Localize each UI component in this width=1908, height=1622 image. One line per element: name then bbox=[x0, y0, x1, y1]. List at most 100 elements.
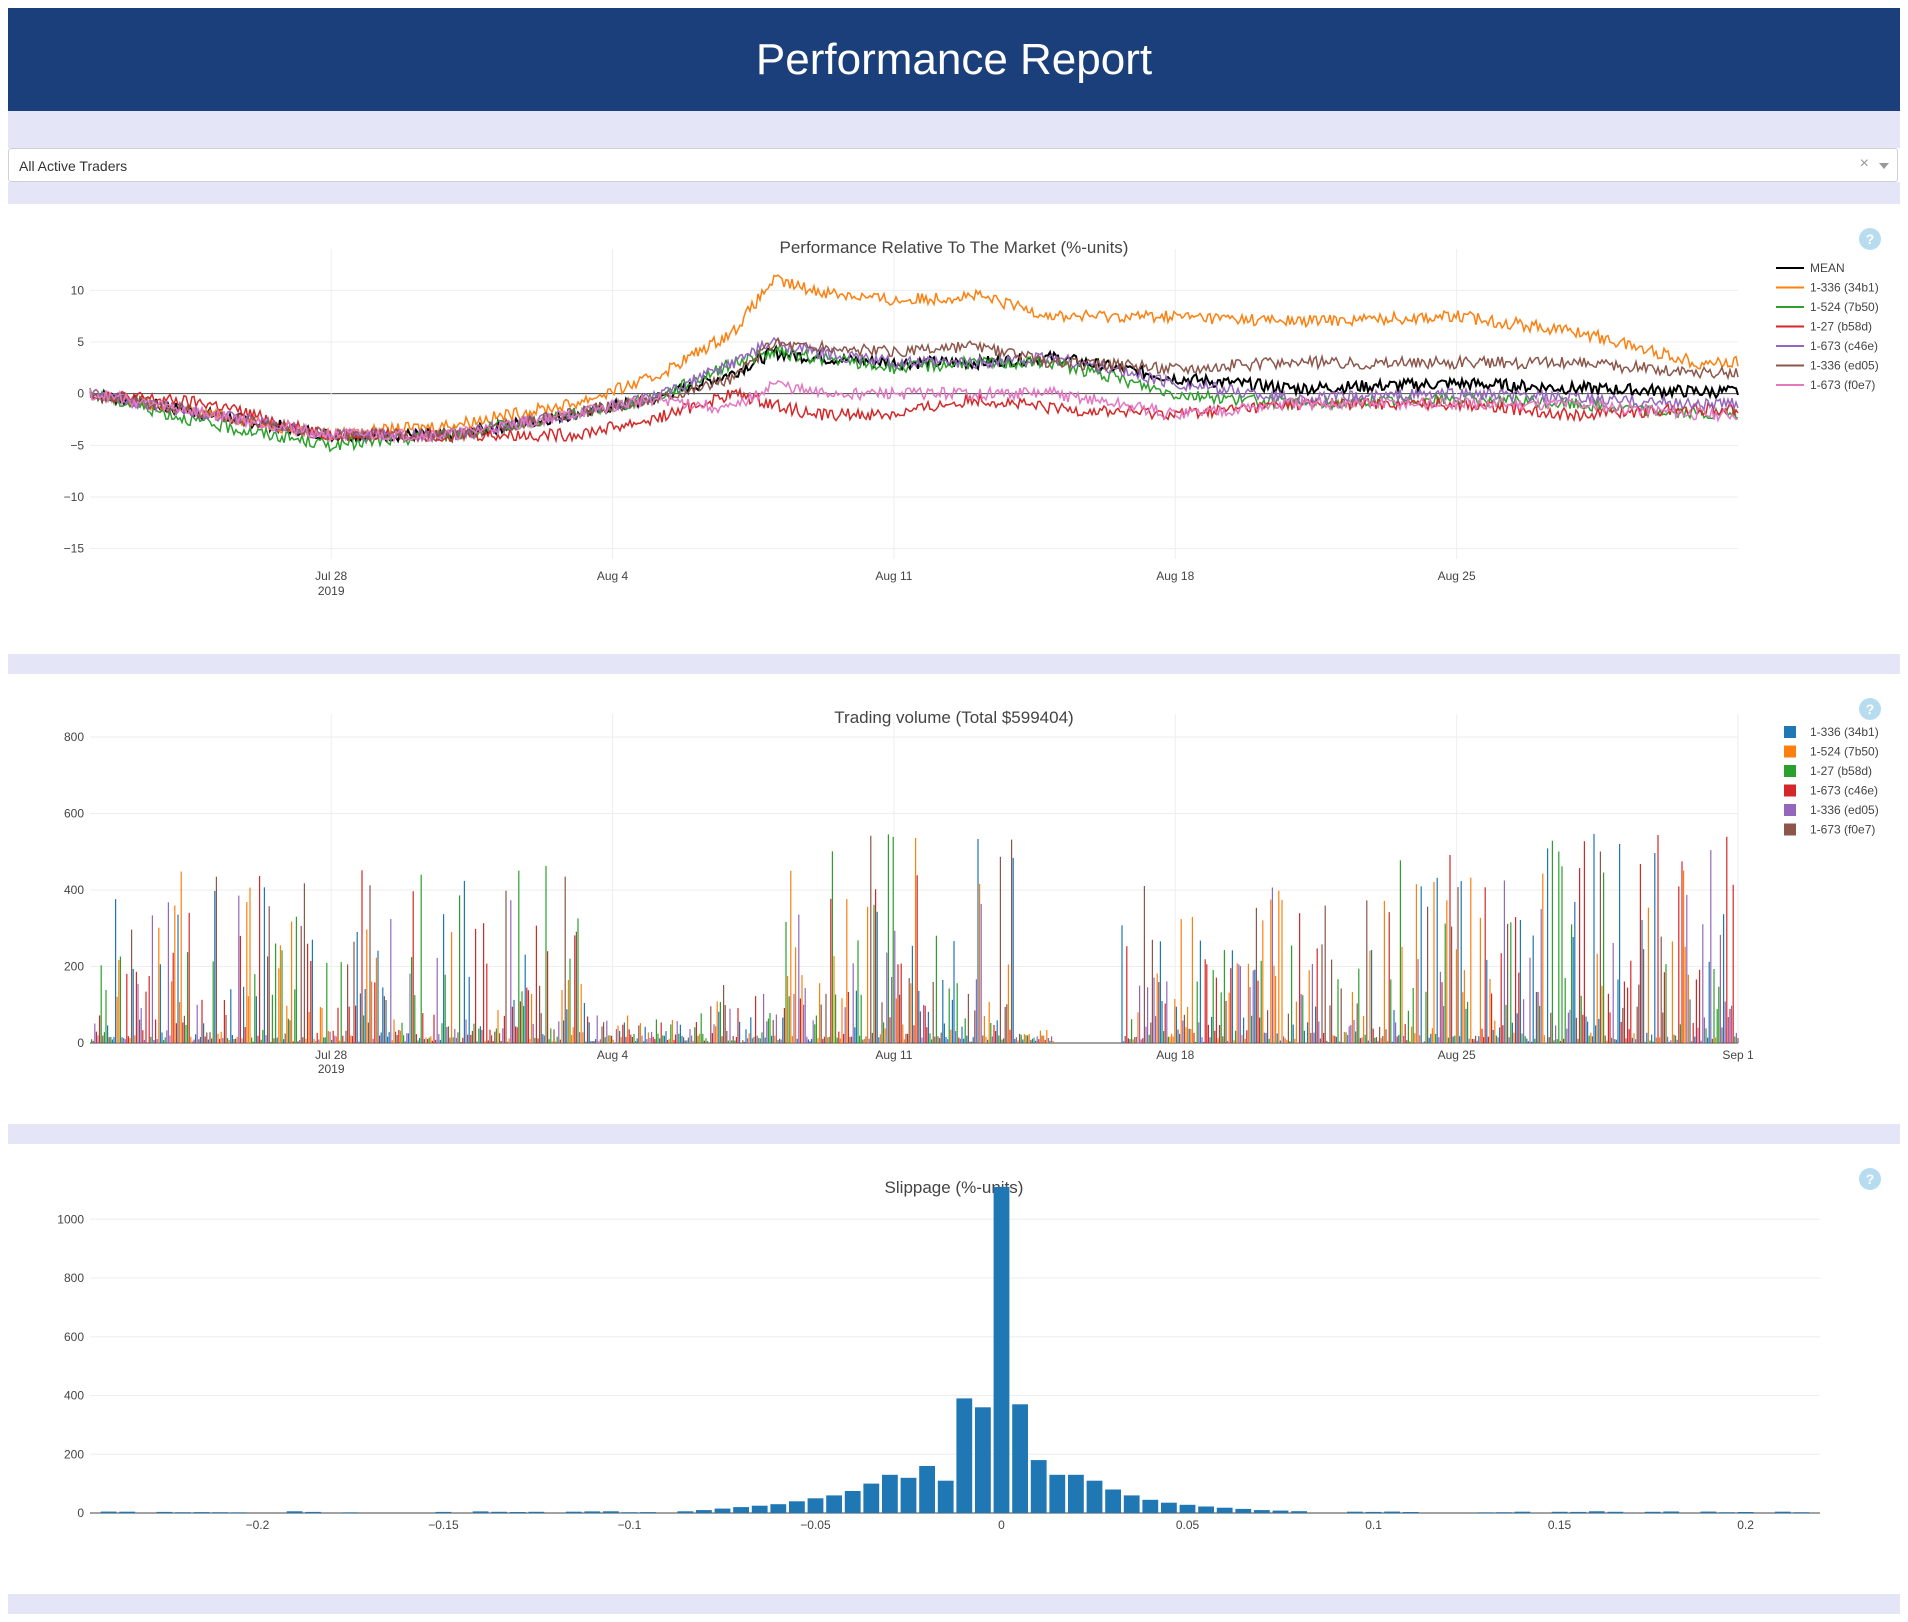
volume-bar bbox=[865, 1036, 867, 1043]
volume-bar bbox=[815, 1015, 817, 1043]
volume-bar bbox=[1385, 1029, 1387, 1043]
histogram-bar bbox=[1402, 1512, 1419, 1513]
volume-bar bbox=[913, 1025, 915, 1043]
volume-bar bbox=[763, 993, 765, 1043]
volume-bar bbox=[707, 1041, 709, 1043]
volume-bar bbox=[902, 1024, 904, 1043]
volume-bar bbox=[1195, 1041, 1197, 1043]
volume-bar bbox=[958, 1037, 960, 1043]
volume-bar bbox=[174, 905, 176, 1043]
volume-bar bbox=[1628, 1029, 1630, 1043]
volume-bar bbox=[905, 1033, 907, 1043]
volume-bar bbox=[867, 906, 869, 1043]
volume-bar bbox=[950, 1029, 952, 1043]
volume-bar bbox=[137, 984, 139, 1043]
volume-bar bbox=[942, 979, 944, 1043]
volume-bar bbox=[1548, 1037, 1550, 1043]
volume-bar bbox=[1431, 1028, 1433, 1043]
trader-select[interactable]: All Active Traders × bbox=[8, 148, 1898, 182]
volume-bar bbox=[1257, 980, 1259, 1043]
volume-bar bbox=[894, 930, 896, 1043]
volume-bar bbox=[315, 1041, 317, 1043]
volume-bar bbox=[1662, 1012, 1664, 1043]
volume-bar bbox=[1287, 1013, 1289, 1043]
histogram-bar bbox=[1049, 1474, 1066, 1513]
volume-bar bbox=[1359, 1038, 1361, 1043]
volume-bar bbox=[771, 1035, 773, 1043]
series-line-1 bbox=[89, 274, 1739, 442]
volume-bar bbox=[1590, 1032, 1592, 1043]
y-tick-label: −5 bbox=[70, 438, 84, 452]
volume-bar bbox=[1039, 1030, 1041, 1043]
volume-bar bbox=[385, 1000, 387, 1043]
volume-bar bbox=[923, 1004, 925, 1043]
volume-bar bbox=[1551, 840, 1553, 1043]
volume-bar bbox=[943, 1023, 945, 1043]
histogram-bar bbox=[1607, 1511, 1624, 1513]
volume-bar bbox=[332, 1030, 334, 1043]
volume-bar bbox=[220, 1031, 222, 1043]
volume-bar bbox=[233, 1038, 235, 1043]
histogram-bar bbox=[1774, 1511, 1791, 1513]
volume-bar bbox=[1358, 968, 1360, 1043]
histogram-bar bbox=[789, 1501, 805, 1514]
volume-bar bbox=[841, 998, 843, 1043]
volume-bar bbox=[1543, 1035, 1545, 1043]
clear-icon[interactable]: × bbox=[1860, 155, 1869, 173]
volume-bar bbox=[1171, 1033, 1173, 1043]
x-tick-label: 0.05 bbox=[1176, 1518, 1200, 1532]
volume-bar bbox=[835, 994, 837, 1043]
volume-bar bbox=[1315, 1006, 1317, 1043]
volume-bar bbox=[404, 1041, 406, 1043]
volume-bar bbox=[409, 973, 411, 1043]
volume-bar bbox=[539, 985, 541, 1043]
volume-bar bbox=[831, 851, 833, 1043]
volume-bar bbox=[609, 1035, 611, 1043]
volume-bar bbox=[100, 965, 102, 1043]
volume-bar bbox=[1395, 1022, 1397, 1043]
volume-bar bbox=[252, 1041, 254, 1043]
volume-bar bbox=[876, 911, 878, 1043]
volume-bar bbox=[305, 1038, 307, 1043]
volume-bar bbox=[1407, 1010, 1409, 1043]
volume-bar bbox=[438, 1034, 440, 1043]
volume-bar bbox=[113, 1036, 115, 1043]
volume-bar bbox=[814, 1024, 816, 1043]
histogram-bar bbox=[1086, 1480, 1103, 1513]
volume-bar bbox=[547, 951, 549, 1043]
volume-bar bbox=[801, 975, 803, 1043]
volume-bar bbox=[243, 986, 245, 1043]
section-divider bbox=[8, 1124, 1900, 1144]
chevron-down-icon[interactable] bbox=[1879, 163, 1889, 169]
volume-bar bbox=[1295, 1001, 1297, 1043]
volume-bar bbox=[1377, 1040, 1379, 1043]
volume-bar bbox=[1135, 1036, 1137, 1043]
volume-bar bbox=[1636, 1006, 1638, 1043]
volume-bar bbox=[1369, 950, 1371, 1043]
volume-bar bbox=[1286, 1040, 1288, 1043]
volume-bar bbox=[671, 1020, 673, 1043]
volume-bar bbox=[715, 1026, 717, 1043]
volume-bar bbox=[1223, 950, 1225, 1043]
volume-bar bbox=[1175, 1006, 1177, 1043]
volume-bar bbox=[774, 1035, 776, 1043]
volume-bar bbox=[287, 1018, 289, 1043]
volume-bar bbox=[247, 996, 249, 1043]
volume-bar bbox=[1393, 1010, 1395, 1043]
volume-bar bbox=[737, 1008, 739, 1043]
volume-bar bbox=[1388, 912, 1390, 1043]
volume-bar bbox=[735, 1037, 737, 1043]
volume-bar bbox=[270, 1041, 272, 1043]
histogram-bar bbox=[1793, 1512, 1810, 1513]
volume-bar bbox=[993, 1024, 995, 1043]
volume-bar bbox=[607, 1035, 609, 1043]
volume-bar bbox=[1534, 1038, 1536, 1043]
volume-bar bbox=[1479, 917, 1481, 1043]
volume-bar bbox=[478, 1028, 480, 1043]
volume-bar bbox=[1510, 922, 1512, 1043]
volume-bar bbox=[654, 1039, 656, 1043]
volume-bar bbox=[1451, 926, 1453, 1043]
volume-bar bbox=[254, 974, 256, 1043]
volume-bar bbox=[1012, 857, 1014, 1043]
histogram-bar bbox=[1068, 1474, 1084, 1513]
